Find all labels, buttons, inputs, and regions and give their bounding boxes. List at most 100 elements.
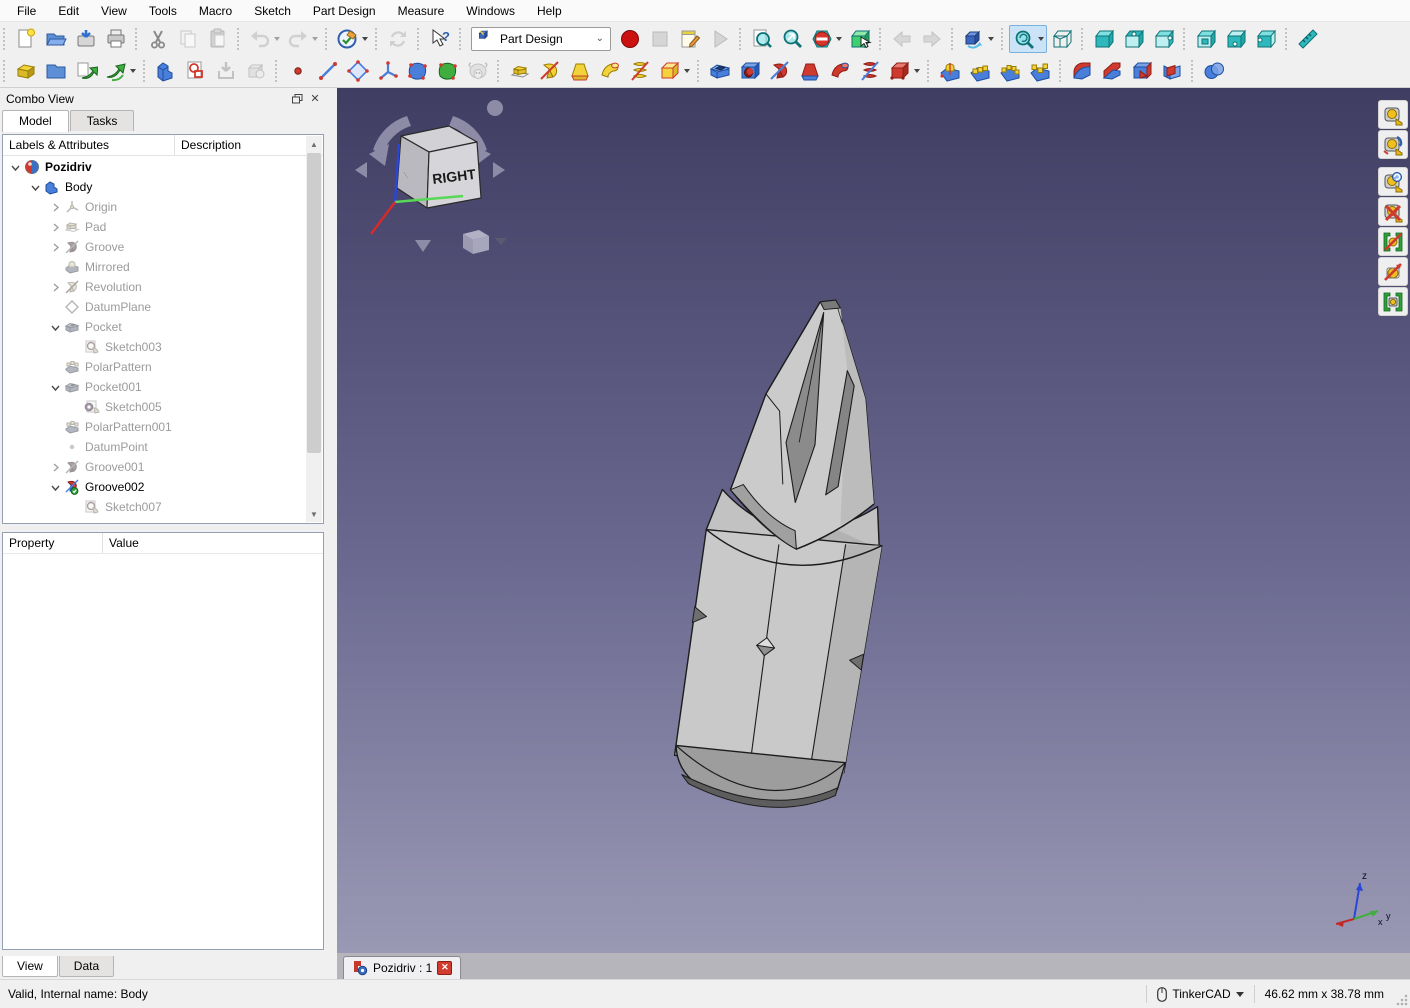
document-tab[interactable]: Pozidriv : 1 ✕ <box>343 956 461 979</box>
tab-view[interactable]: View <box>2 956 58 977</box>
zoom-fit-all-button[interactable] <box>747 25 777 53</box>
resize-grip[interactable] <box>1396 994 1408 1006</box>
open-folder-button[interactable] <box>41 25 71 53</box>
scrollbar-thumb[interactable] <box>307 153 321 453</box>
multi-transform-button[interactable] <box>1025 57 1055 85</box>
clone-button[interactable] <box>463 57 493 85</box>
expander-open-icon[interactable] <box>47 323 63 332</box>
thickness-button[interactable] <box>1157 57 1187 85</box>
datum-plane-button[interactable] <box>343 57 373 85</box>
nav-back-button[interactable] <box>887 25 917 53</box>
menu-edit[interactable]: Edit <box>47 1 90 21</box>
tree-item-body[interactable]: Body <box>3 177 306 197</box>
view-isometric-button[interactable] <box>959 25 997 53</box>
draft-button[interactable] <box>1127 57 1157 85</box>
close-panel-icon[interactable]: ✕ <box>306 91 324 107</box>
zoom-fit-selection-button[interactable] <box>777 25 807 53</box>
combo-view-titlebar[interactable]: Combo View ✕ <box>0 88 330 109</box>
measure-clear-button[interactable] <box>1378 197 1408 226</box>
toggle-delta-measurement-button[interactable] <box>1378 287 1408 316</box>
view-top-button[interactable] <box>1119 25 1149 53</box>
pad-button[interactable] <box>505 57 535 85</box>
tree-item-groove[interactable]: Groove <box>3 237 306 257</box>
create-body-button[interactable] <box>151 57 181 85</box>
make-link-button[interactable] <box>71 57 101 85</box>
expander-closed-icon[interactable] <box>47 243 63 252</box>
toggle-all-measurements-button[interactable] <box>1378 227 1408 256</box>
close-tab-icon[interactable]: ✕ <box>437 961 452 975</box>
datum-line-button[interactable] <box>313 57 343 85</box>
additive-primitive-button[interactable] <box>655 57 693 85</box>
subtractive-loft-button[interactable] <box>795 57 825 85</box>
float-panel-icon[interactable] <box>288 91 306 107</box>
tree-item-pozidriv[interactable]: Pozidriv <box>3 157 306 177</box>
box-zoom-button[interactable] <box>845 25 875 53</box>
copy-button[interactable] <box>173 25 203 53</box>
expander-open-icon[interactable] <box>47 483 63 492</box>
print-button[interactable] <box>101 25 131 53</box>
hole-button[interactable] <box>735 57 765 85</box>
redo-button[interactable] <box>283 25 321 53</box>
pozidriv-bit-model[interactable] <box>337 88 1410 953</box>
expander-closed-icon[interactable] <box>47 223 63 232</box>
tree-item-datumplane[interactable]: DatumPlane <box>3 297 306 317</box>
linear-pattern-button[interactable] <box>965 57 995 85</box>
save-document-button[interactable] <box>71 25 101 53</box>
tree-item-datumpoint[interactable]: DatumPoint <box>3 437 306 457</box>
tree-item-sketch007[interactable]: Sketch007 <box>3 497 306 517</box>
tree-item-sketch003[interactable]: Sketch003 <box>3 337 306 357</box>
expander-open-icon[interactable] <box>27 183 43 192</box>
menu-help[interactable]: Help <box>526 1 573 21</box>
expander-closed-icon[interactable] <box>47 283 63 292</box>
tab-model[interactable]: Model <box>2 110 69 132</box>
measure-ruler-button[interactable] <box>1293 25 1323 53</box>
mirrored-button[interactable] <box>935 57 965 85</box>
tree-scrollbar[interactable]: ▲ ▼ <box>306 136 322 522</box>
scroll-up-icon[interactable]: ▲ <box>306 136 322 152</box>
menu-measure[interactable]: Measure <box>387 1 456 21</box>
tree-item-groove002[interactable]: Groove002 <box>3 477 306 497</box>
menu-file[interactable]: File <box>6 1 47 21</box>
view-right-button[interactable] <box>1149 25 1179 53</box>
toggle-3d-measurement-button[interactable] <box>1378 257 1408 286</box>
scroll-down-icon[interactable]: ▼ <box>306 506 322 522</box>
refresh-button[interactable] <box>383 25 413 53</box>
macro-edit-button[interactable] <box>675 25 705 53</box>
tree-item-sketch005[interactable]: Sketch005 <box>3 397 306 417</box>
subtractive-primitive-button[interactable] <box>885 57 923 85</box>
fillet-button[interactable] <box>1067 57 1097 85</box>
expander-open-icon[interactable] <box>47 383 63 392</box>
edit-mode-button[interactable] <box>333 25 371 53</box>
measure-refresh-button[interactable] <box>1378 167 1408 196</box>
view-bottom-button[interactable] <box>1221 25 1251 53</box>
additive-helix-button[interactable] <box>625 57 655 85</box>
additive-pipe-button[interactable] <box>595 57 625 85</box>
tree-item-pocket001[interactable]: Pocket001 <box>3 377 306 397</box>
boolean-operation-button[interactable] <box>1199 57 1229 85</box>
pocket-button[interactable] <box>705 57 735 85</box>
tree-item-polarpattern001[interactable]: PolarPattern001 <box>3 417 306 437</box>
edit-sketch-button[interactable] <box>211 57 241 85</box>
measure-angular-button[interactable] <box>1378 130 1408 159</box>
view-axonometric-button[interactable] <box>1047 25 1077 53</box>
zoom-view-button[interactable] <box>1009 25 1047 53</box>
whats-this-button[interactable]: ? <box>425 25 455 53</box>
macro-record-button[interactable] <box>615 25 645 53</box>
menu-sketch[interactable]: Sketch <box>243 1 302 21</box>
tree-item-revolution[interactable]: Revolution <box>3 277 306 297</box>
make-sub-link-button[interactable] <box>101 57 139 85</box>
expander-closed-icon[interactable] <box>47 463 63 472</box>
cut-button[interactable] <box>143 25 173 53</box>
subtractive-helix-button[interactable] <box>855 57 885 85</box>
view-rear-button[interactable] <box>1191 25 1221 53</box>
expander-open-icon[interactable] <box>7 163 23 172</box>
new-document-button[interactable] <box>11 25 41 53</box>
datum-point-button[interactable] <box>283 57 313 85</box>
tab-data[interactable]: Data <box>59 956 114 977</box>
groove-button[interactable] <box>765 57 795 85</box>
menu-macro[interactable]: Macro <box>188 1 243 21</box>
macro-stop-button[interactable] <box>645 25 675 53</box>
tree-item-polarpattern[interactable]: PolarPattern <box>3 357 306 377</box>
revolution-button[interactable] <box>535 57 565 85</box>
tab-tasks[interactable]: Tasks <box>70 110 135 131</box>
